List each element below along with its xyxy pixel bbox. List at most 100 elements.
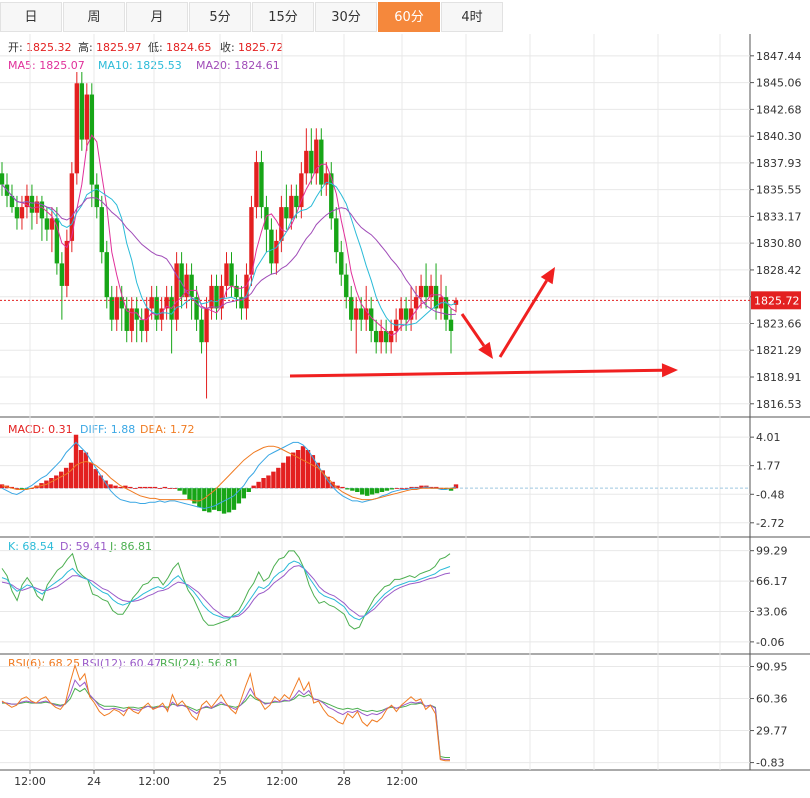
macd-bar <box>118 486 123 489</box>
j-line <box>1 550 451 630</box>
ma10-label: MA10: 1825.53 <box>98 59 182 72</box>
y-tick-label: 1828.42 <box>756 264 802 277</box>
macd-bar <box>305 450 311 489</box>
candle-body <box>359 308 364 320</box>
macd-bar <box>182 488 187 495</box>
tab-4hour[interactable]: 4时 <box>441 2 503 32</box>
candle-body <box>104 252 109 298</box>
candle-body <box>448 319 454 331</box>
macd-bar <box>350 488 355 491</box>
tab-60min[interactable]: 60分 <box>378 2 440 32</box>
candle-body <box>294 195 299 208</box>
open-label: 开: <box>8 41 23 54</box>
candle-body <box>99 207 104 253</box>
candle-body <box>189 274 194 298</box>
candle-body <box>274 240 279 264</box>
tab-month[interactable]: 月 <box>126 2 188 32</box>
tab-30min[interactable]: 30分 <box>315 2 377 32</box>
tab-day[interactable]: 日 <box>0 2 62 32</box>
macd-bar <box>142 486 148 489</box>
macd-bar <box>374 488 380 494</box>
candle-body <box>368 308 374 331</box>
macd-bar <box>68 462 74 489</box>
y-tick-label: 1823.66 <box>756 318 802 331</box>
candle-body <box>413 297 419 309</box>
macd-bar <box>167 488 172 489</box>
y-tick-label: 1833.17 <box>756 210 802 223</box>
candle-body <box>334 218 339 253</box>
y-tick-label: -0.48 <box>756 488 784 501</box>
macd-bar <box>290 452 296 489</box>
candle-body <box>139 319 144 331</box>
macd-bar <box>172 488 177 489</box>
arrow-horizontal-head <box>661 363 678 378</box>
candle-body <box>199 319 204 343</box>
macd-bar <box>197 488 202 508</box>
tab-5min[interactable]: 5分 <box>189 2 251 32</box>
macd-bar <box>295 450 301 489</box>
macd-bar <box>271 471 276 489</box>
arrow-down-right-head <box>478 341 493 359</box>
macd-bar <box>147 486 153 489</box>
macd-bar <box>78 450 84 489</box>
high-value: 1825.97 <box>96 41 142 54</box>
macd-bar <box>379 488 385 492</box>
x-tick-label: 12:00 <box>386 775 418 788</box>
arrow-up-right <box>498 279 548 358</box>
candle-body <box>264 207 269 230</box>
macd-bar <box>286 456 291 489</box>
y-tick-label: 33.06 <box>756 605 788 618</box>
y-tick-label: 1842.68 <box>756 103 802 116</box>
macd-bar <box>364 488 370 496</box>
y-tick-label: 1818.91 <box>756 371 802 384</box>
candle-body <box>204 308 209 343</box>
macd-bar <box>177 488 182 491</box>
candle-body <box>94 184 99 208</box>
macd-bar <box>187 488 192 500</box>
chart-area: 开: 1825.32 高: 1825.97 低: 1824.65 收: 1825… <box>0 34 810 788</box>
ma5-label: MA5: 1825.07 <box>8 59 85 72</box>
x-tick-label: 24 <box>87 775 101 788</box>
y-tick-label: 60.36 <box>756 693 788 706</box>
y-tick-label: 1845.06 <box>756 77 802 90</box>
candle-body <box>418 285 424 298</box>
macd-bar <box>137 486 143 489</box>
x-tick-label: 12:00 <box>14 775 46 788</box>
macd-bar <box>88 462 94 489</box>
low-label: 低: <box>148 41 163 54</box>
tab-week[interactable]: 周 <box>63 2 125 32</box>
candle-body <box>289 195 294 219</box>
candle-body <box>373 330 379 343</box>
last-price-label: 1825.72 <box>754 294 800 307</box>
macd-bar <box>54 475 59 489</box>
candle-body <box>59 263 65 286</box>
high-label: 高: <box>78 40 93 54</box>
rsi12-line <box>1 679 450 761</box>
macd-bar <box>113 485 118 489</box>
candle-body <box>299 173 304 208</box>
candle-body <box>398 308 404 320</box>
candle-body <box>423 285 429 298</box>
y-tick-label: 1821.29 <box>756 344 802 357</box>
candle-body <box>259 162 264 208</box>
x-tick-label: 28 <box>337 775 351 788</box>
x-tick-label: 25 <box>213 775 227 788</box>
macd-bar <box>216 488 222 512</box>
candle-body <box>254 162 259 208</box>
candle-body <box>403 308 409 320</box>
macd-bar <box>345 488 350 490</box>
y-tick-label: 1.77 <box>756 460 781 473</box>
candle-body <box>0 173 5 185</box>
y-tick-label: -0.06 <box>756 636 784 649</box>
macd-bar <box>83 452 89 489</box>
macd-label: MACD: 0.31 <box>8 423 73 436</box>
y-tick-label: 1835.55 <box>756 184 802 197</box>
macd-bar <box>355 488 360 492</box>
candle-body <box>14 207 20 219</box>
macd-bar <box>133 488 138 489</box>
tab-15min[interactable]: 15分 <box>252 2 314 32</box>
candle-body <box>29 195 35 213</box>
candle-body <box>134 308 139 320</box>
macd-bar <box>281 462 286 489</box>
macd-bar <box>207 488 212 513</box>
